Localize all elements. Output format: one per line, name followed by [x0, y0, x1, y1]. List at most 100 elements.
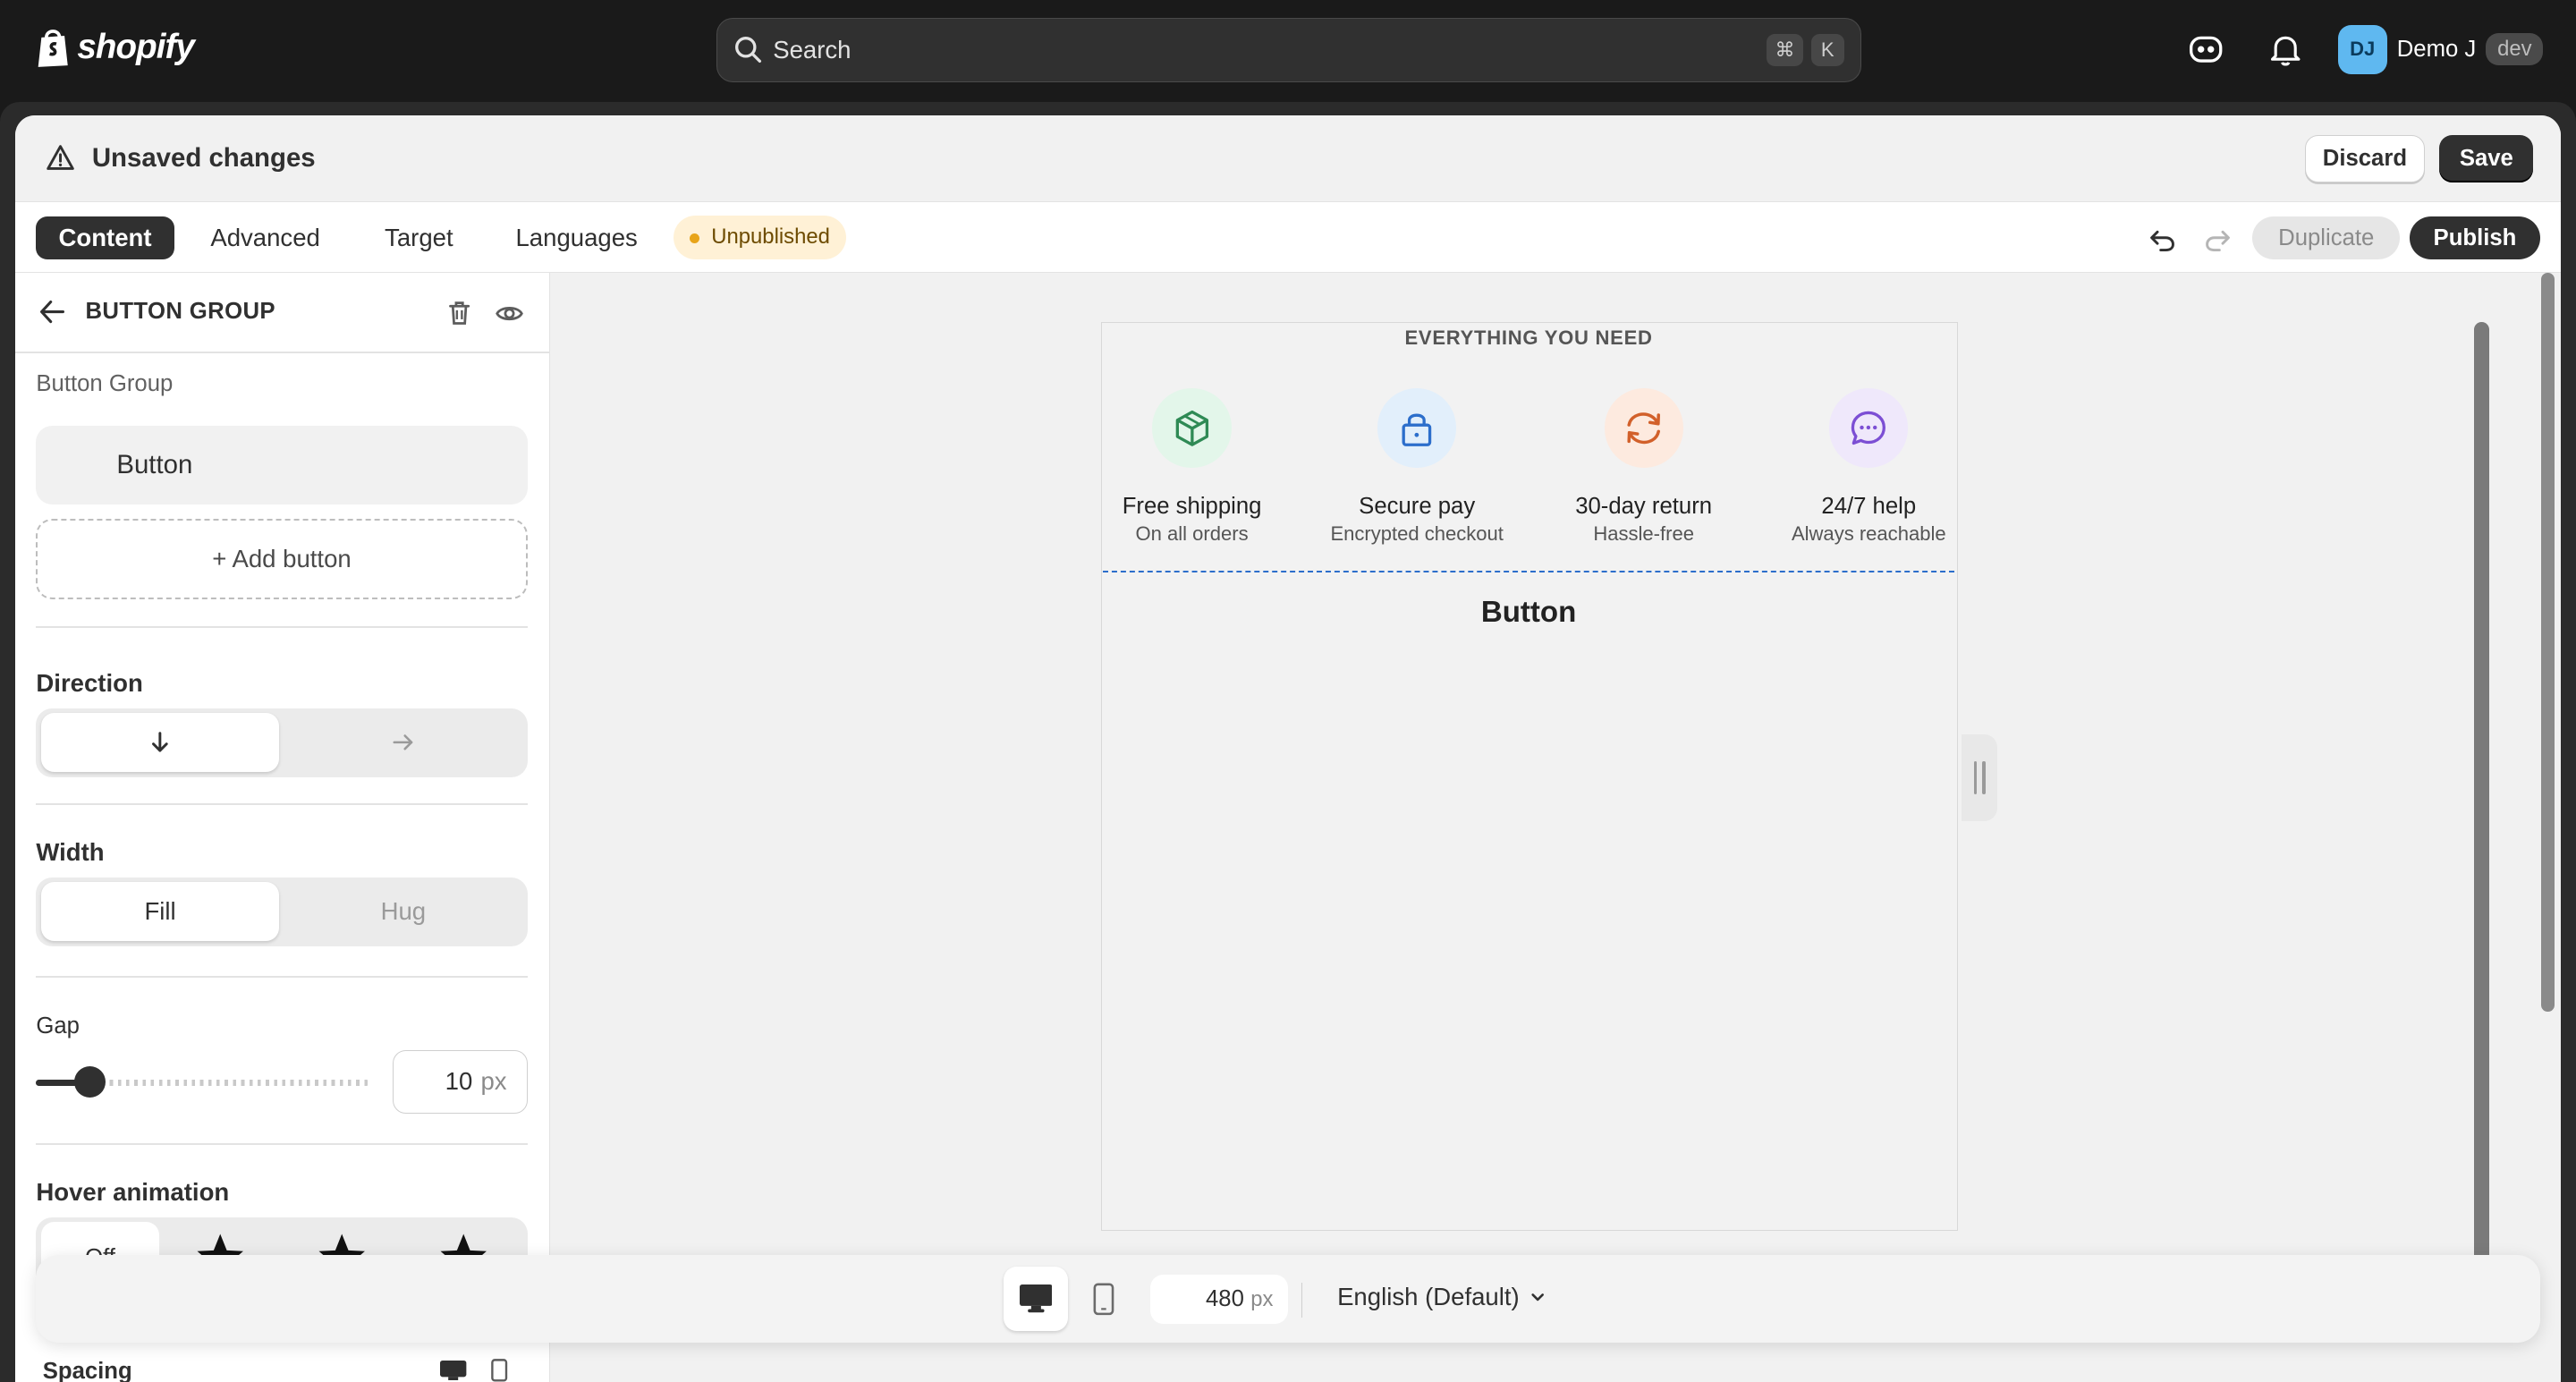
feature-subtitle: Encrypted checkout [1330, 521, 1504, 545]
arrow-right-icon [393, 734, 413, 750]
warning-icon [47, 144, 75, 170]
feature-subtitle: On all orders [1135, 521, 1249, 545]
width-segmented: Fill Hug [36, 877, 528, 946]
width-hug-option[interactable]: Hug [284, 882, 522, 941]
status-label: Unpublished [711, 225, 830, 250]
add-button[interactable]: + Add button [36, 519, 528, 600]
gap-slider-handle[interactable] [73, 1066, 106, 1098]
gap-unit: px [480, 1067, 507, 1096]
bell-icon[interactable] [2267, 31, 2303, 67]
search-icon [735, 37, 762, 64]
package-icon [1175, 410, 1208, 446]
viewport-width-input[interactable]: 480 px [1149, 1275, 1288, 1325]
shopify-logo[interactable]: shopify [35, 26, 195, 69]
status-dot [690, 233, 700, 243]
chat-icon [1852, 411, 1886, 445]
divider [36, 1143, 528, 1146]
preview-scrollbar-thumb[interactable] [2474, 321, 2489, 1276]
feature-title: Free shipping [1122, 493, 1262, 519]
env-badge: dev [2486, 33, 2544, 65]
spacing-label: Spacing [42, 1358, 132, 1382]
language-label: English (Default) [1337, 1283, 1520, 1311]
save-button[interactable]: Save [2439, 134, 2534, 182]
back-arrow-icon[interactable] [38, 297, 67, 326]
divider [1301, 1283, 1303, 1318]
button-list-item[interactable]: Button [36, 425, 528, 504]
settings-panel: BUTTON GROUP Button Group Button + Add b… [14, 272, 551, 1382]
device-toolbar: 480 px English (Default) [36, 1255, 2540, 1343]
feature-item[interactable]: 30-day return Hassle-free [1554, 388, 1734, 546]
feature-item[interactable]: Secure pay Encrypted checkout [1326, 388, 1507, 546]
redo-icon[interactable] [2203, 225, 2233, 255]
editor-window: Unsaved changes Discard Save Content Adv… [0, 101, 2576, 1382]
direction-segmented [36, 708, 528, 777]
section-label: Button Group [36, 371, 174, 397]
desktop-icon [1019, 1284, 1053, 1313]
preview-button[interactable]: Button [1102, 596, 1956, 630]
shopify-bag-icon [38, 30, 68, 68]
feature-item[interactable]: 24/7 help Always reachable [1778, 388, 1959, 546]
feature-title: 24/7 help [1821, 493, 1917, 519]
publish-button[interactable]: Publish [2410, 216, 2540, 260]
gap-value: 10 [445, 1067, 473, 1096]
viewport-width-value: 480 [1206, 1286, 1244, 1312]
mobile-icon[interactable] [491, 1359, 508, 1382]
width-label: Width [36, 837, 105, 866]
undo-icon[interactable] [2148, 225, 2177, 255]
feature-icon-badge [1152, 388, 1232, 468]
direction-vertical-option[interactable] [40, 713, 280, 773]
desktop-view-button[interactable] [1004, 1267, 1068, 1331]
trash-icon[interactable] [445, 299, 473, 326]
shortcut-key-cmd: ⌘ [1767, 33, 1803, 67]
gap-label: Gap [36, 1013, 80, 1039]
feature-subtitle: Hassle-free [1593, 521, 1694, 545]
feature-title: 30-day return [1575, 493, 1713, 519]
desktop-icon[interactable] [440, 1360, 467, 1380]
search-placeholder: Search [773, 36, 852, 64]
user-menu[interactable]: DJ Demo J dev [2337, 24, 2544, 74]
feature-item[interactable]: Free shipping On all orders [1102, 388, 1283, 546]
section-eyebrow: EVERYTHING YOU NEED [1404, 326, 1653, 349]
divider [36, 975, 528, 978]
feature-icon-badge [1604, 388, 1683, 468]
lock-icon [1402, 413, 1432, 446]
avatar: DJ [2337, 24, 2387, 74]
mobile-view-button[interactable] [1088, 1278, 1121, 1321]
tabs-bar: Content Advanced Target Languages Unpubl… [14, 201, 2562, 273]
unsaved-title: Unsaved changes [91, 142, 316, 173]
divider [36, 803, 528, 805]
tab-languages[interactable]: Languages [504, 216, 649, 259]
window-scrollbar[interactable] [2541, 272, 2555, 1013]
feature-title: Secure pay [1359, 493, 1476, 519]
tab-content[interactable]: Content [36, 216, 174, 260]
resize-handle[interactable] [1961, 733, 1998, 822]
selection-outline [1103, 571, 1954, 573]
language-select[interactable]: English (Default) [1337, 1283, 1546, 1311]
feature-icon-badge [1829, 388, 1909, 468]
shortcut-key-k: K [1810, 33, 1844, 67]
width-fill-option[interactable]: Fill [40, 882, 280, 942]
top-bar: shopify Search ⌘ K DJ Demo J dev [0, 0, 2576, 102]
search-bar[interactable]: Search ⌘ K [716, 18, 1861, 82]
gap-input[interactable]: 10 px [392, 1049, 528, 1115]
feature-icon-badge [1377, 388, 1457, 468]
chevron-down-icon [1531, 1293, 1544, 1301]
preview-canvas: EVERYTHING YOU NEED Free shipping On all… [550, 272, 2562, 1382]
unsaved-changes-bar: Unsaved changes Discard Save [14, 114, 2562, 202]
mobile-icon [1093, 1284, 1114, 1316]
panel-title: BUTTON GROUP [85, 299, 275, 325]
discard-button[interactable]: Discard [2304, 134, 2425, 182]
logo-text: shopify [77, 28, 195, 67]
tab-target[interactable]: Target [363, 216, 475, 259]
eye-icon[interactable] [495, 299, 524, 328]
preview-frame[interactable]: EVERYTHING YOU NEED Free shipping On all… [1100, 321, 1959, 1231]
direction-horizontal-option[interactable] [284, 713, 522, 772]
sidekick-icon[interactable] [2188, 31, 2224, 67]
tab-advanced[interactable]: Advanced [196, 216, 335, 259]
divider [36, 625, 528, 628]
status-badge: Unpublished [674, 215, 847, 260]
refresh-icon [1627, 412, 1660, 444]
user-name: Demo J [2396, 36, 2477, 62]
duplicate-button[interactable]: Duplicate [2252, 216, 2401, 260]
hover-animation-label: Hover animation [36, 1177, 230, 1206]
